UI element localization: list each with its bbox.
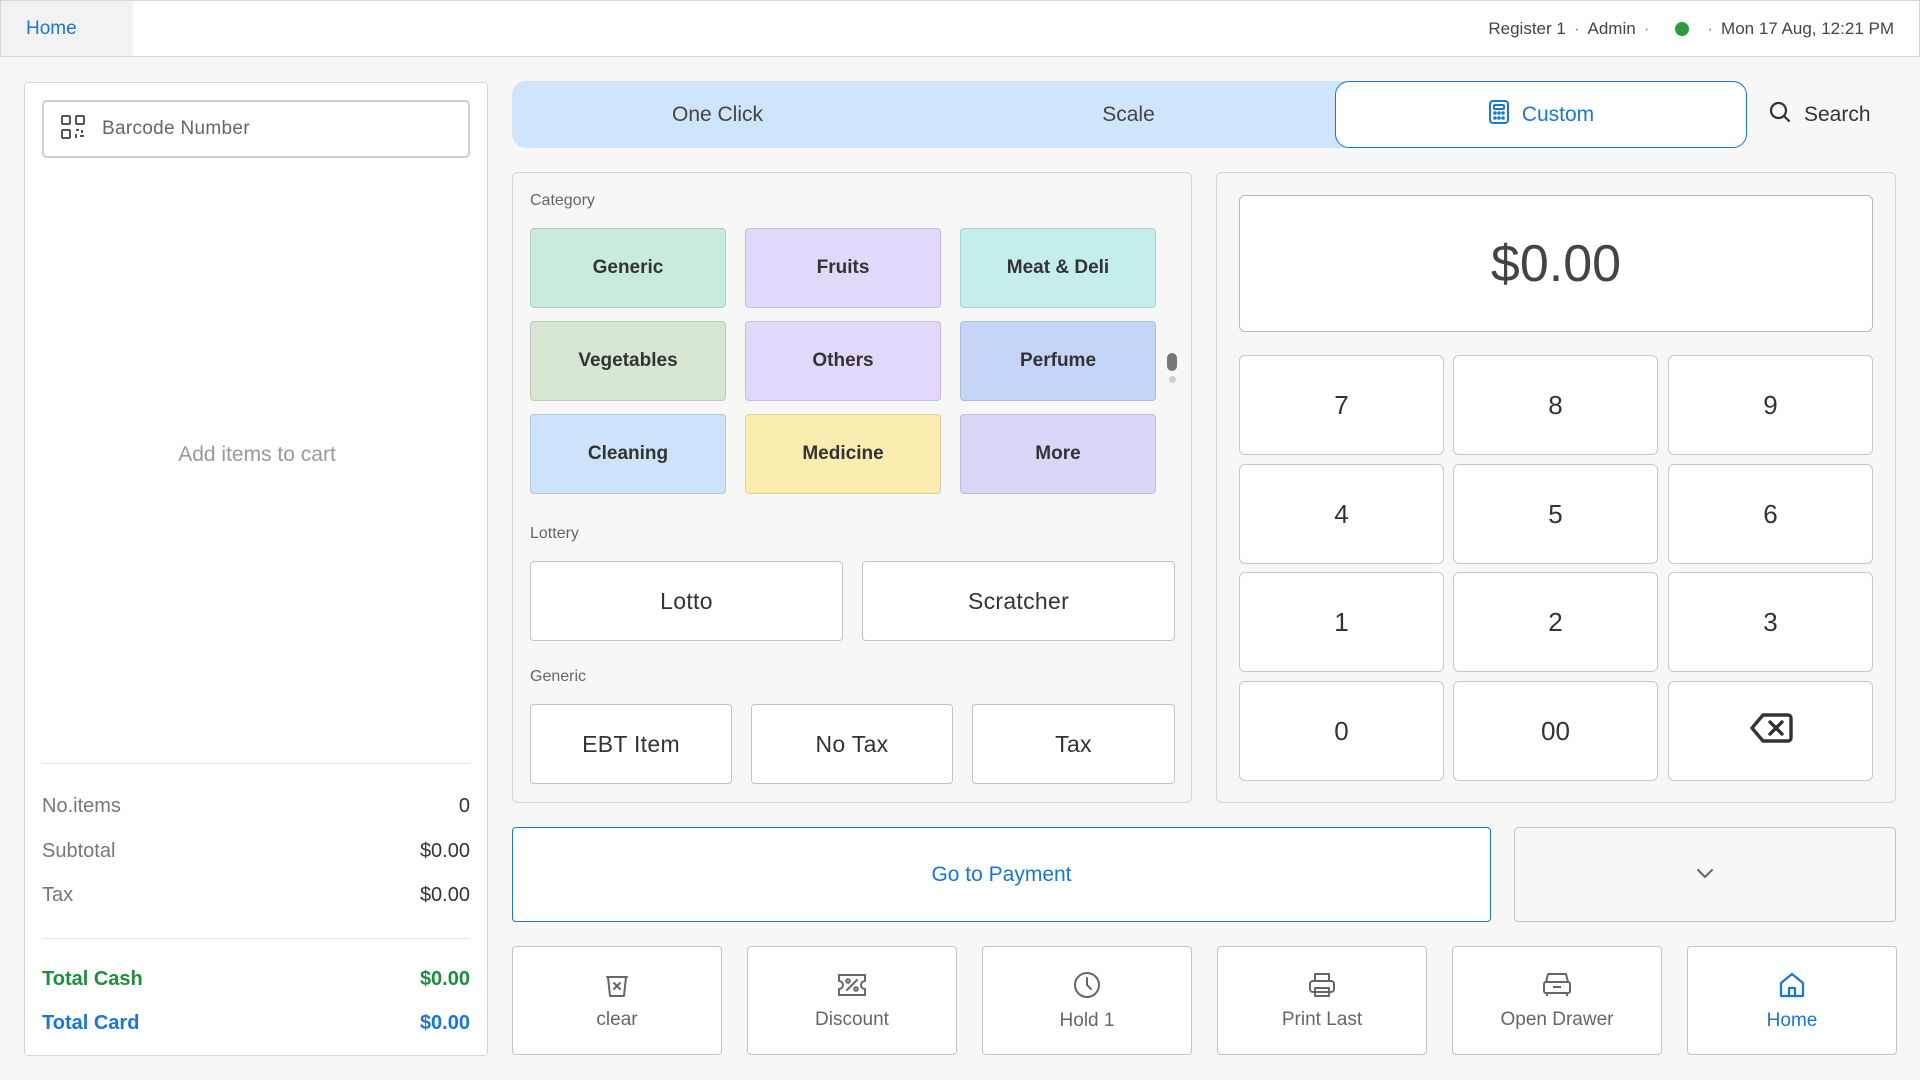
total-cash-label: Total Cash bbox=[42, 968, 143, 990]
category-others[interactable]: Others bbox=[745, 321, 941, 401]
amount-display: $0.00 bbox=[1239, 195, 1873, 332]
drawer-icon bbox=[1541, 971, 1573, 999]
separator: · bbox=[1643, 18, 1650, 38]
total-card-value: $0.00 bbox=[419, 1012, 470, 1034]
items-count-value: 0 bbox=[458, 795, 470, 817]
ebt-item-button[interactable]: EBT Item bbox=[530, 704, 732, 784]
search-button[interactable]: Search bbox=[1768, 95, 1871, 135]
key-2[interactable]: 2 bbox=[1453, 572, 1658, 672]
print-last-label: Print Last bbox=[1281, 1008, 1363, 1030]
empty-cart-message: Add items to cart bbox=[178, 443, 336, 466]
scroll-indicator-dot bbox=[1169, 376, 1176, 383]
category-fruits[interactable]: Fruits bbox=[745, 228, 941, 308]
datetime: Mon 17 Aug, 12:21 PM bbox=[1721, 18, 1894, 38]
register-name: Register 1 bbox=[1488, 18, 1566, 38]
tab-custom-label: Custom bbox=[1521, 102, 1595, 126]
key-00[interactable]: 00 bbox=[1453, 681, 1658, 781]
calculator-icon bbox=[1488, 99, 1510, 130]
separator: · bbox=[1707, 18, 1714, 38]
key-9[interactable]: 9 bbox=[1668, 355, 1873, 455]
trash-icon bbox=[603, 971, 631, 999]
search-label: Search bbox=[1804, 103, 1871, 126]
mode-tabs: One Click Scale Custom bbox=[512, 81, 1747, 148]
key-7[interactable]: 7 bbox=[1239, 355, 1444, 455]
barcode-placeholder: Barcode Number bbox=[102, 118, 250, 139]
category-section-label: Category bbox=[530, 192, 595, 209]
clock-icon bbox=[1072, 970, 1102, 1000]
keypad-panel: $0.00 7 8 9 4 5 6 1 2 3 0 00 bbox=[1216, 172, 1896, 803]
home-icon bbox=[1777, 970, 1807, 1000]
barcode-input[interactable]: Barcode Number bbox=[42, 100, 470, 158]
chevron-down-icon bbox=[1695, 866, 1715, 884]
printer-icon bbox=[1307, 971, 1337, 999]
discount-button[interactable]: Discount bbox=[747, 946, 957, 1055]
key-3[interactable]: 3 bbox=[1668, 572, 1873, 672]
divider bbox=[42, 938, 470, 939]
key-1[interactable]: 1 bbox=[1239, 572, 1444, 672]
go-to-payment-button[interactable]: Go to Payment bbox=[512, 827, 1491, 922]
online-status-indicator bbox=[1675, 21, 1690, 36]
backspace-icon bbox=[1749, 712, 1793, 751]
discount-icon bbox=[836, 971, 868, 999]
scratcher-button[interactable]: Scratcher bbox=[862, 561, 1175, 641]
tab-one-click[interactable]: One Click bbox=[512, 81, 923, 148]
total-card-row: Total Card $0.00 bbox=[42, 1012, 470, 1035]
category-panel: Category Generic Fruits Meat & Deli Vege… bbox=[512, 172, 1192, 803]
total-cash-row: Total Cash $0.00 bbox=[42, 968, 470, 991]
no-tax-button[interactable]: No Tax bbox=[751, 704, 953, 784]
key-0[interactable]: 0 bbox=[1239, 681, 1444, 781]
clear-button[interactable]: clear bbox=[512, 946, 722, 1055]
print-last-button[interactable]: Print Last bbox=[1217, 946, 1427, 1055]
total-card-label: Total Card bbox=[42, 1012, 140, 1034]
home-button[interactable]: Home bbox=[1687, 946, 1897, 1055]
category-perfume[interactable]: Perfume bbox=[960, 321, 1156, 401]
lotto-button[interactable]: Lotto bbox=[530, 561, 843, 641]
qr-code-icon bbox=[60, 114, 86, 145]
category-vegetables[interactable]: Vegetables bbox=[530, 321, 726, 401]
clear-label: clear bbox=[596, 1008, 638, 1030]
tab-scale[interactable]: Scale bbox=[923, 81, 1334, 148]
key-5[interactable]: 5 bbox=[1453, 464, 1658, 564]
lottery-section-label: Lottery bbox=[530, 525, 579, 542]
top-bar: Home Register 1 · Admin · · Mon 17 Aug, … bbox=[0, 0, 1920, 57]
tax-row: Tax $0.00 bbox=[42, 884, 470, 907]
discount-label: Discount bbox=[815, 1008, 889, 1030]
category-more[interactable]: More bbox=[960, 414, 1156, 494]
key-6[interactable]: 6 bbox=[1668, 464, 1873, 564]
items-count-label: No.items bbox=[42, 795, 121, 817]
home-label: Home bbox=[1766, 1009, 1818, 1031]
open-drawer-label: Open Drawer bbox=[1500, 1008, 1614, 1030]
total-cash-value: $0.00 bbox=[419, 968, 470, 990]
status-area: Register 1 · Admin · · Mon 17 Aug, 12:21… bbox=[1488, 1, 1894, 56]
hold-label: Hold 1 bbox=[1059, 1009, 1115, 1031]
subtotal-row: Subtotal $0.00 bbox=[42, 840, 470, 863]
tax-label: Tax bbox=[42, 884, 74, 906]
cart-panel: Barcode Number Add items to cart No.item… bbox=[24, 82, 488, 1056]
category-meat-deli[interactable]: Meat & Deli bbox=[960, 228, 1156, 308]
user-name: Admin bbox=[1587, 18, 1636, 38]
items-count-row: No.items 0 bbox=[42, 795, 470, 818]
category-generic[interactable]: Generic bbox=[530, 228, 726, 308]
open-drawer-button[interactable]: Open Drawer bbox=[1452, 946, 1662, 1055]
tax-button[interactable]: Tax bbox=[972, 704, 1175, 784]
tab-custom[interactable]: Custom bbox=[1335, 81, 1747, 148]
key-4[interactable]: 4 bbox=[1239, 464, 1444, 564]
category-scrollbar[interactable] bbox=[1167, 353, 1177, 371]
backspace-key[interactable] bbox=[1668, 681, 1873, 781]
separator: · bbox=[1573, 18, 1580, 38]
home-tab[interactable]: Home bbox=[1, 1, 133, 56]
tax-value: $0.00 bbox=[419, 884, 470, 906]
key-8[interactable]: 8 bbox=[1453, 355, 1658, 455]
subtotal-label: Subtotal bbox=[42, 840, 116, 862]
category-medicine[interactable]: Medicine bbox=[745, 414, 941, 494]
divider bbox=[42, 763, 470, 764]
subtotal-value: $0.00 bbox=[419, 840, 470, 862]
hold-button[interactable]: Hold 1 bbox=[982, 946, 1192, 1055]
category-cleaning[interactable]: Cleaning bbox=[530, 414, 726, 494]
generic-section-label: Generic bbox=[530, 668, 587, 685]
payment-options-dropdown[interactable] bbox=[1514, 827, 1896, 922]
search-icon bbox=[1768, 100, 1792, 130]
